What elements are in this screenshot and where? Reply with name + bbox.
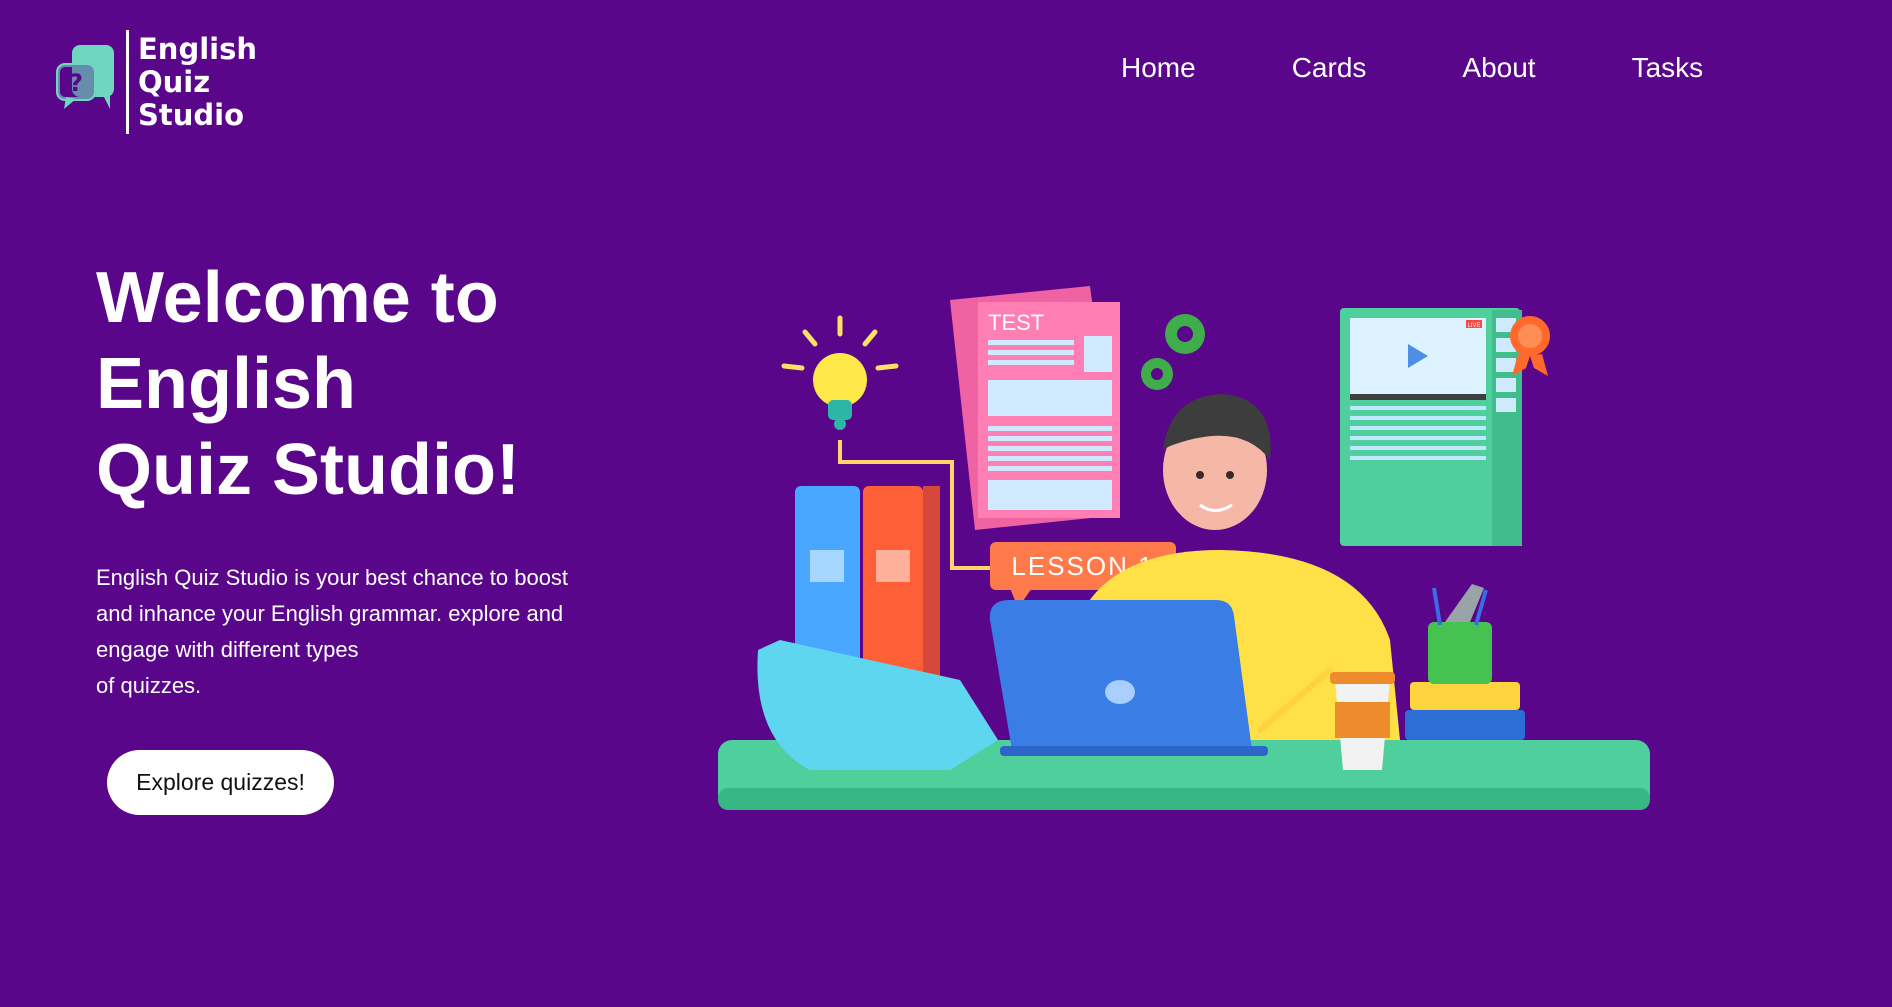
svg-text:TEST: TEST [988, 310, 1044, 335]
hero-title-line: Welcome to [96, 258, 499, 338]
hero-description-line: English Quiz Studio is your best chance … [96, 565, 569, 590]
logo-text-line2: Quiz [138, 64, 211, 99]
hero-description-line: and inhance your English grammar. explor… [96, 601, 564, 626]
nav-link-home[interactable]: Home [1121, 50, 1196, 86]
nav-link-cards[interactable]: Cards [1292, 50, 1367, 86]
logo-text-line3: Studio [138, 97, 245, 132]
hero-title-line: English [96, 344, 357, 424]
study-scene-illustration: TEST LESSON 1 LIVE [718, 286, 1650, 810]
hero-description: English Quiz Studio is your best chance … [96, 560, 636, 704]
hero-description-line: engage with different types [96, 637, 359, 662]
laptop-icon [989, 600, 1268, 756]
speech-bubble-question-icon: ? [56, 45, 114, 109]
hero-title-line: Quiz Studio! [96, 430, 520, 510]
hero-description-line: of quizzes. [96, 673, 202, 698]
logo-text-line1: English [138, 31, 258, 66]
logo-text: English Quiz Studio [138, 31, 258, 132]
explore-quizzes-button[interactable]: Explore quizzes! [107, 750, 334, 815]
svg-text:?: ? [69, 69, 83, 97]
hero-title: Welcome to English Quiz Studio! [96, 255, 520, 513]
books [757, 486, 998, 770]
svg-text:LIVE: LIVE [1467, 323, 1480, 329]
stacked-books [1405, 584, 1525, 740]
test-sheet: TEST [950, 286, 1120, 530]
site-logo[interactable]: ? English Quiz Studio [54, 30, 257, 134]
nav-link-about[interactable]: About [1462, 50, 1535, 86]
gear-icon [1141, 314, 1205, 390]
nav-link-tasks[interactable]: Tasks [1632, 50, 1704, 86]
lightbulb-icon [781, 315, 899, 430]
logo-divider [126, 30, 129, 134]
video-card: LIVE [1340, 308, 1550, 546]
main-nav: Home Cards About Tasks [1121, 50, 1703, 86]
hero-illustration: TEST LESSON 1 LIVE [700, 270, 1670, 830]
